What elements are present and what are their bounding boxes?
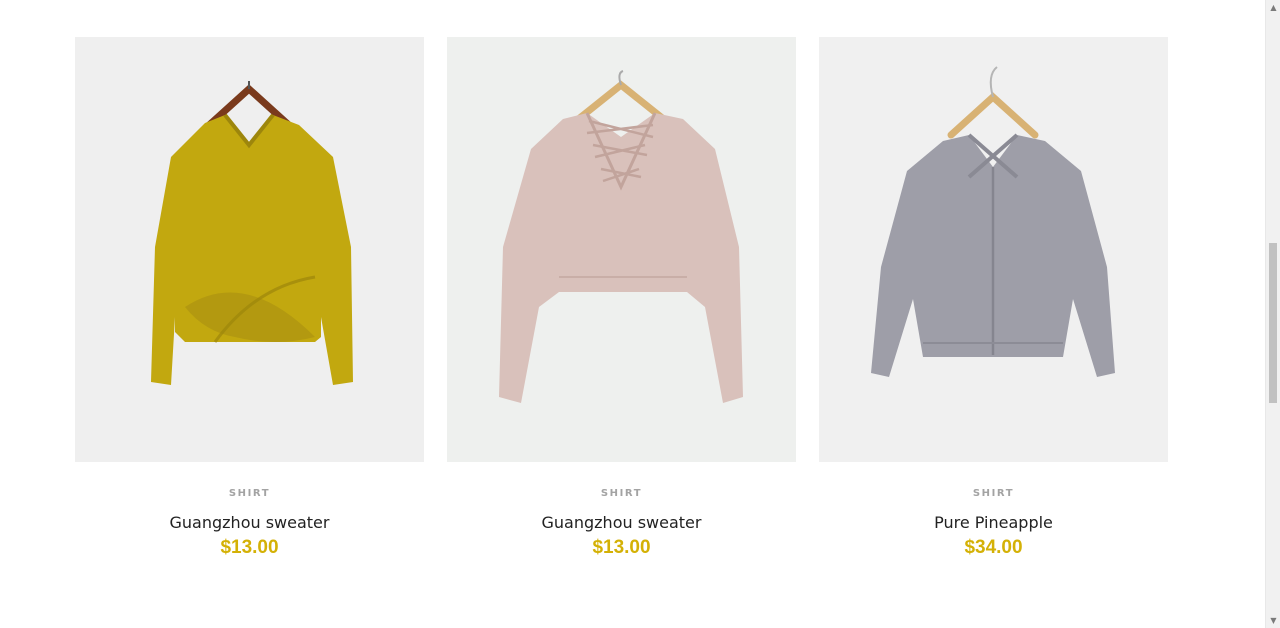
product-name[interactable]: Pure Pineapple xyxy=(819,513,1168,533)
product-name[interactable]: Guangzhou sweater xyxy=(75,513,424,533)
product-price: $13.00 xyxy=(592,537,651,558)
product-image-grey-cardigan[interactable] xyxy=(819,37,1168,462)
product-image-mustard-sweater[interactable] xyxy=(75,37,424,462)
vertical-scrollbar[interactable]: ▲ ▼ xyxy=(1265,0,1280,628)
product-card: SHIRT Guangzhou sweater $13.00 xyxy=(447,37,796,559)
product-category: SHIRT xyxy=(600,488,643,499)
product-image-pink-sweater[interactable] xyxy=(447,37,796,462)
product-grid: SHIRT Guangzhou sweater $13.00 SHIRT Gua… xyxy=(75,37,1168,577)
product-price: $13.00 xyxy=(220,537,279,558)
product-category: SHIRT xyxy=(228,488,271,499)
product-category: SHIRT xyxy=(972,488,1015,499)
scroll-down-arrow-icon[interactable]: ▼ xyxy=(1266,613,1280,628)
product-card: SHIRT Pure Pineapple $34.00 xyxy=(819,37,1168,559)
scrollbar-thumb[interactable] xyxy=(1269,243,1277,403)
scroll-up-arrow-icon[interactable]: ▲ xyxy=(1266,0,1280,15)
product-card: SHIRT Guangzhou sweater $13.00 xyxy=(75,37,424,559)
product-price: $34.00 xyxy=(964,537,1023,558)
product-name[interactable]: Guangzhou sweater xyxy=(447,513,796,533)
